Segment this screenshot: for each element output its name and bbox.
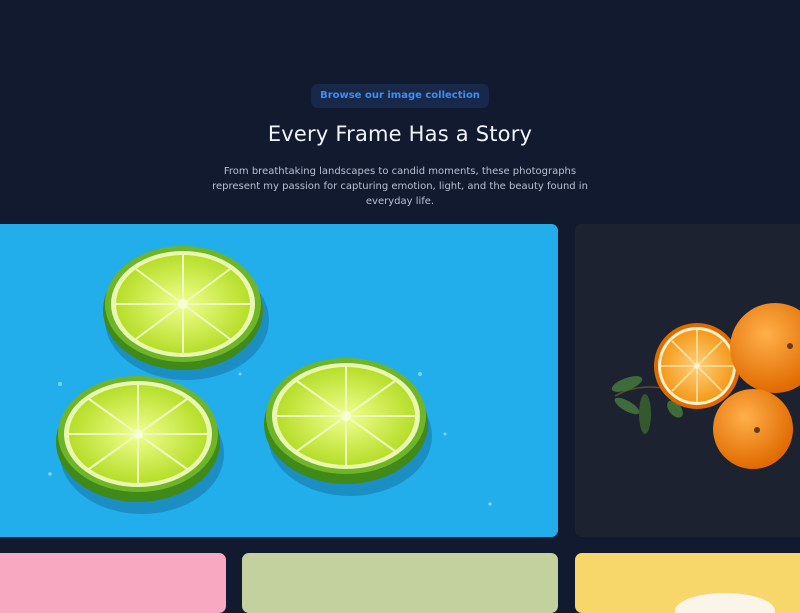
page-description: From breathtaking landscapes to candid m… <box>212 166 588 207</box>
browse-collection-badge[interactable]: Browse our image collection <box>311 84 489 108</box>
gallery-item-sage[interactable] <box>242 553 558 613</box>
gallery-item-yellow[interactable] <box>575 553 800 613</box>
page-title: Every Frame Has a Story <box>267 122 533 146</box>
limes-photo <box>0 224 558 537</box>
gallery-item-limes[interactable] <box>0 224 558 537</box>
yellow-photo <box>675 593 775 613</box>
oranges-photo <box>575 224 800 537</box>
gallery-item-pink[interactable] <box>0 553 226 613</box>
gallery-item-oranges[interactable] <box>575 224 800 537</box>
